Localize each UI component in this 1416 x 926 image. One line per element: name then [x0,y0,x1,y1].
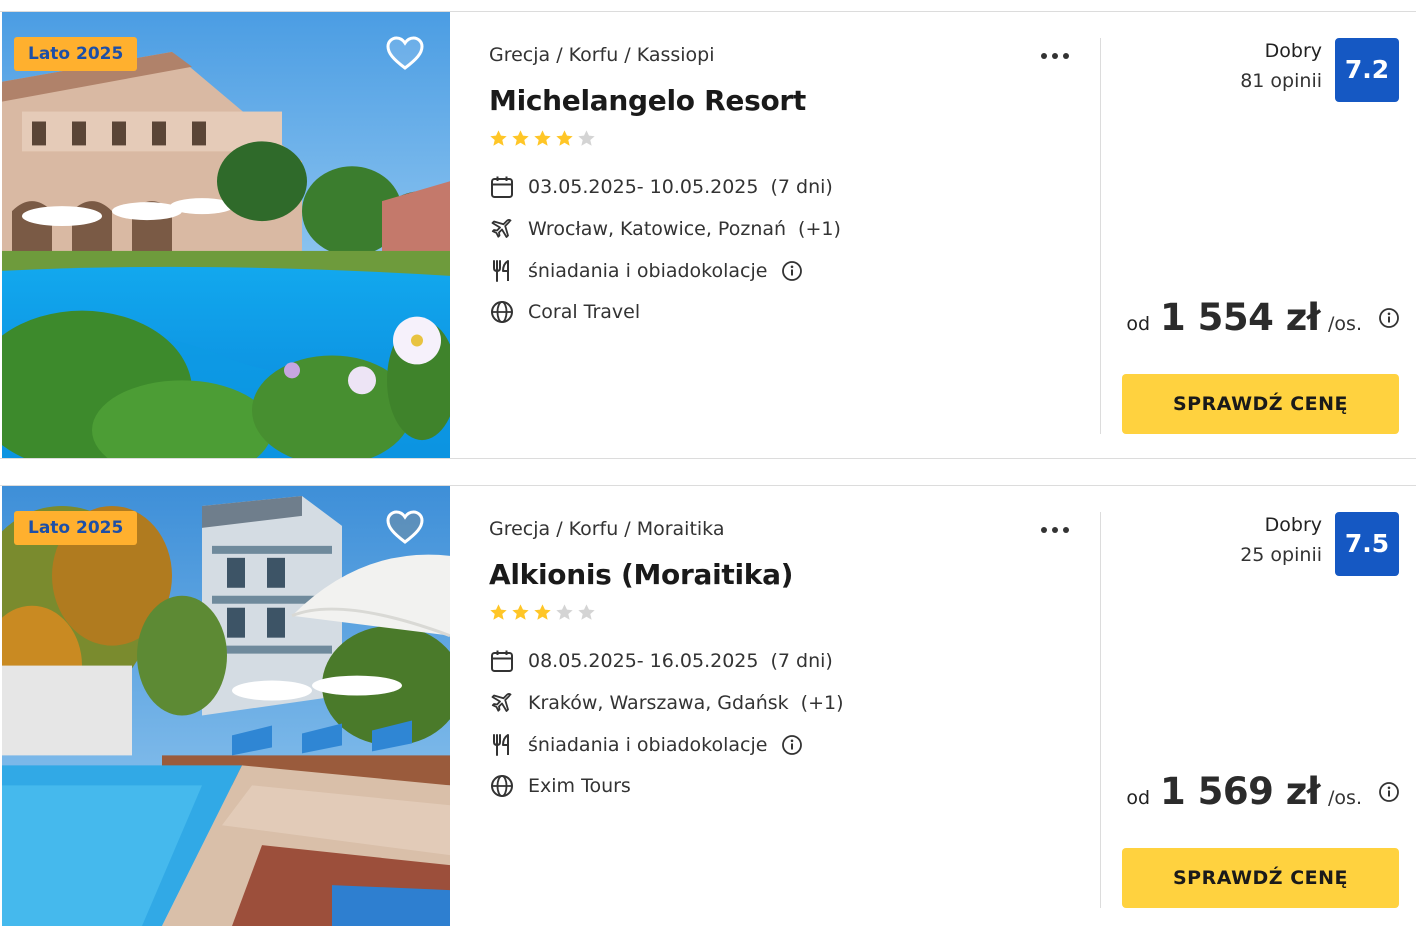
more-options-button[interactable] [1035,42,1075,70]
dates-row: 03.05.2025- 10.05.2025 (7 dni) [489,172,833,202]
check-price-button[interactable]: SPRAWDŹ CENĘ [1122,374,1399,434]
more-airports[interactable]: (+1) [798,218,841,240]
more-dots-icon [1063,53,1069,59]
star-icon [490,604,507,620]
star-icon [534,130,551,146]
departure-airports: Kraków, Warszawa, Gdańsk [528,692,789,714]
travel-dates: 03.05.2025- 10.05.2025 [528,176,759,198]
more-dots-icon [1052,527,1058,533]
departure-row: Kraków, Warszawa, Gdańsk (+1) [489,688,844,718]
info-icon[interactable] [1378,307,1400,329]
offer-card[interactable]: Lato 2025 Grecja / Korfu / Moraitika Alkioni… [0,485,1416,926]
info-icon[interactable] [781,734,803,756]
star-icon [556,130,573,146]
rating-label: Dobry [1264,514,1322,536]
rating-score: 7.5 [1335,512,1399,576]
tour-operator: Coral Travel [528,301,641,323]
breadcrumb-region[interactable]: Korfu [569,518,619,540]
offer-info: Grecja / Korfu / Moraitika Alkionis (Moraiti… [488,486,1078,926]
hotel-name[interactable]: Alkionis (Moraitika) [489,558,793,591]
departure-airports: Wrocław, Katowice, Poznań [528,218,787,240]
rating-score: 7.2 [1335,38,1399,102]
calendar-icon [489,648,515,674]
star-icon [512,604,529,620]
season-badge: Lato 2025 [14,511,138,545]
price-row: od 1 569 zł /os. [1126,770,1400,813]
card-divider [1100,512,1101,908]
hotel-name[interactable]: Michelangelo Resort [489,84,806,117]
offer-info: Grecja / Korfu / Kassiopi Michelangelo Resor… [488,12,1078,458]
plane-icon [489,690,515,716]
more-dots-icon [1063,527,1069,533]
star-icon [556,604,573,620]
hotel-stars [489,603,596,622]
board-type: śniadania i obiadokolacje [528,260,768,282]
trip-duration: (7 dni) [770,176,833,198]
operator-row: Exim Tours [489,771,631,801]
operator-row: Coral Travel [489,297,640,327]
hotel-photo[interactable] [2,12,450,458]
card-divider [1100,38,1101,434]
info-icon[interactable] [1378,781,1400,803]
departure-row: Wrocław, Katowice, Poznań (+1) [489,214,841,244]
tour-operator: Exim Tours [528,775,631,797]
season-badge: Lato 2025 [14,37,138,71]
board-row: śniadania i obiadokolacje [489,730,803,760]
more-dots-icon [1041,53,1047,59]
rating-label: Dobry [1264,40,1322,62]
breadcrumb-separator: / [556,518,563,540]
hotel-photo-image [2,486,450,926]
globe-icon [489,299,515,325]
more-dots-icon [1041,527,1047,533]
cutlery-icon [489,732,515,758]
hotel-stars [489,129,596,148]
breadcrumb-city[interactable]: Kassiopi [637,44,715,66]
price-value: 1 569 zł [1160,770,1321,813]
star-icon [534,604,551,620]
more-options-button[interactable] [1035,516,1075,544]
plane-icon [489,216,515,242]
trip-duration: (7 dni) [770,650,833,672]
breadcrumb-region[interactable]: Korfu [569,44,619,66]
globe-icon [489,773,515,799]
more-dots-icon [1052,53,1058,59]
breadcrumb: Grecja / Korfu / Moraitika [489,518,724,540]
board-type: śniadania i obiadokolacje [528,734,768,756]
calendar-icon [489,174,515,200]
star-icon [578,604,595,620]
favorite-button[interactable] [385,34,425,74]
price-prefix: od [1126,787,1151,809]
price-unit: /os. [1328,787,1362,809]
hotel-photo-image [2,12,450,458]
breadcrumb-city[interactable]: Moraitika [637,518,725,540]
rating-count[interactable]: 25 opinii [1240,544,1322,566]
breadcrumb-separator: / [556,44,563,66]
star-icon [512,130,529,146]
board-row: śniadania i obiadokolacje [489,256,803,286]
price-prefix: od [1126,313,1151,335]
heart-icon [386,36,424,70]
price-unit: /os. [1328,313,1362,335]
travel-dates: 08.05.2025- 16.05.2025 [528,650,759,672]
breadcrumb-separator: / [624,44,631,66]
info-icon[interactable] [781,260,803,282]
price-row: od 1 554 zł /os. [1126,296,1400,339]
cutlery-icon [489,258,515,284]
star-icon [490,130,507,146]
price-value: 1 554 zł [1160,296,1321,339]
hotel-photo[interactable] [2,486,450,926]
star-icon [578,130,595,146]
breadcrumb-separator: / [624,518,631,540]
breadcrumb-country[interactable]: Grecja [489,518,550,540]
more-airports[interactable]: (+1) [801,692,844,714]
dates-row: 08.05.2025- 16.05.2025 (7 dni) [489,646,833,676]
check-price-button[interactable]: SPRAWDŹ CENĘ [1122,848,1399,908]
offer-card[interactable]: Lato 2025 Grecja / Korfu / Kassiopi Michelan… [0,11,1416,459]
breadcrumb-country[interactable]: Grecja [489,44,550,66]
rating-count[interactable]: 81 opinii [1240,70,1322,92]
breadcrumb: Grecja / Korfu / Kassiopi [489,44,715,66]
favorite-button[interactable] [385,508,425,548]
heart-icon [386,510,424,544]
